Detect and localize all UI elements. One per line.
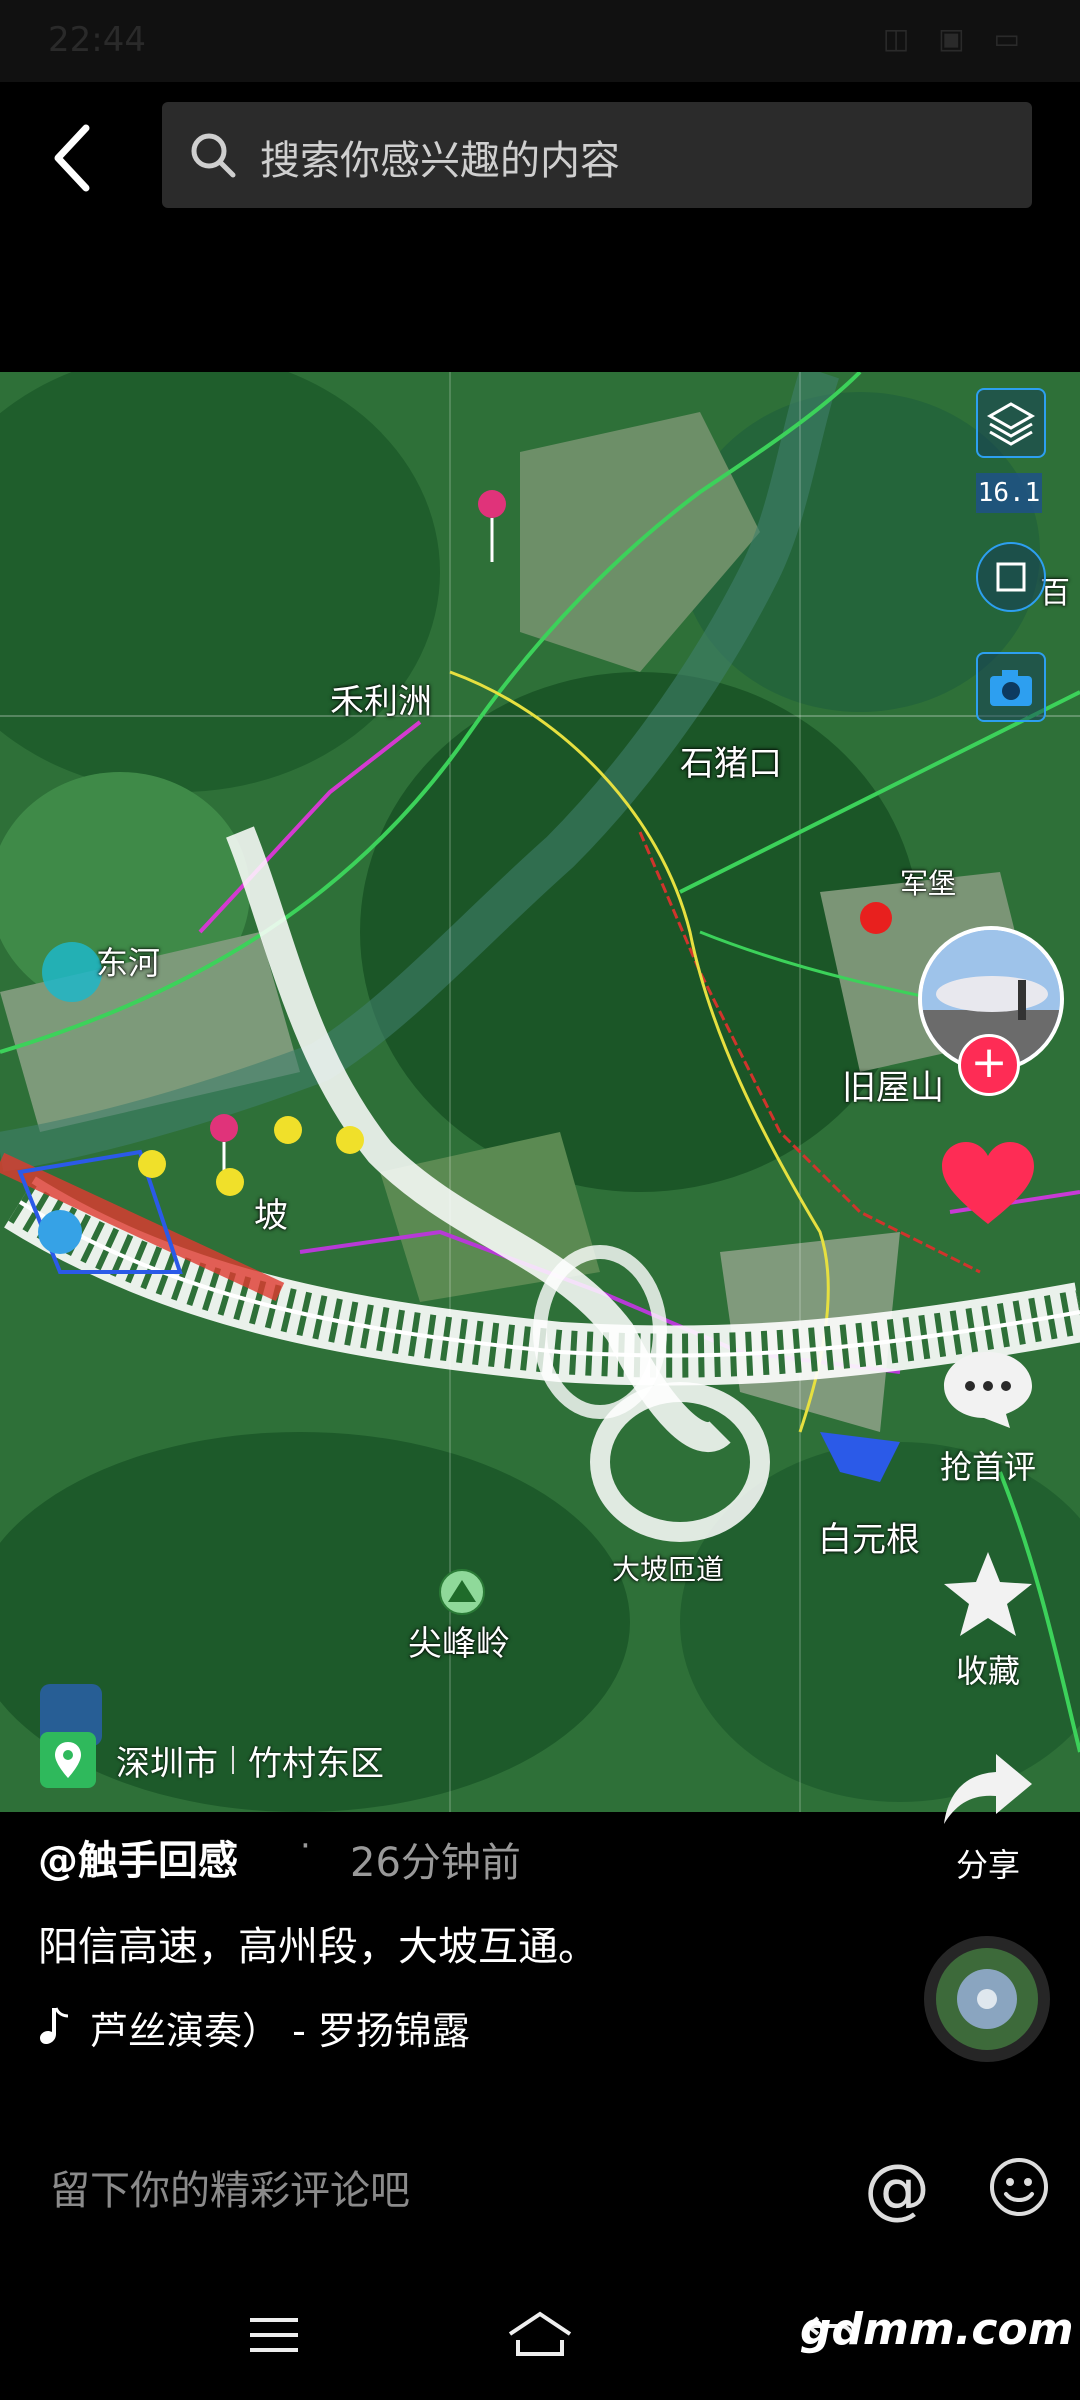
back-button[interactable] — [40, 118, 110, 198]
follow-button[interactable]: + — [958, 1034, 1020, 1096]
camera-icon — [990, 670, 1032, 706]
heart-icon — [942, 1142, 1034, 1224]
favorite-button[interactable] — [940, 1548, 1036, 1640]
music-disc-cover — [936, 1948, 1038, 2050]
menu-icon[interactable] — [244, 2310, 304, 2360]
location-separator — [232, 1746, 234, 1774]
comment-input[interactable]: 留下你的精彩评论吧 — [50, 2158, 410, 2216]
comment-label: 抢首评 — [939, 1448, 1036, 1486]
favorite-label: 收藏 — [955, 1652, 1020, 1690]
chevron-left-icon — [54, 124, 90, 192]
music-title[interactable]: 芦丝演奏） - 罗扬锦露 — [90, 2000, 470, 2055]
map-label-daporamp: 大坡匝道 — [612, 1553, 725, 1586]
zoom-level: 16.1 — [976, 473, 1042, 513]
post-caption: 阳信高速，高州段，大坡互通。 — [38, 1924, 598, 1970]
status-icons: ◫ ▣ ▭ — [882, 22, 1030, 55]
location-pin-icon — [40, 1732, 96, 1788]
share-label: 分享 — [955, 1846, 1020, 1884]
locate-button[interactable] — [976, 542, 1046, 612]
map-label-hexili: 禾利洲 — [330, 682, 432, 722]
status-time: 22:44 — [48, 20, 146, 60]
map-label-baiyuangen: 白元根 — [818, 1520, 920, 1560]
map-label-jiuwushan: 旧屋山 — [842, 1068, 944, 1108]
home-icon[interactable] — [504, 2310, 576, 2360]
map-label-po: 坡 — [254, 1196, 288, 1236]
star-icon — [944, 1552, 1032, 1636]
map-label-jianfengling: 尖峰岭 — [408, 1624, 510, 1664]
share-arrow-icon — [944, 1754, 1032, 1824]
author-name[interactable]: @触手回感 — [38, 1828, 238, 1886]
watermark: gdmm.com — [800, 2304, 1074, 2355]
music-disc[interactable] — [924, 1936, 1050, 2062]
search-input[interactable]: 搜索你感兴趣的内容 — [162, 102, 1032, 208]
map-label-junbao: 军堡 — [900, 867, 957, 900]
map-label-shizhukou: 石猪口 — [680, 744, 782, 784]
comment-button[interactable] — [940, 1346, 1036, 1432]
location-district: 竹村东区 — [248, 1743, 384, 1784]
layers-icon — [986, 402, 1036, 446]
map-label-donghe: 东河 — [96, 944, 161, 982]
comment-bar: 留下你的精彩评论吧 @ — [0, 2128, 1080, 2248]
share-button[interactable] — [940, 1748, 1036, 1830]
status-bar: 22:44 ◫ ▣ ▭ — [0, 0, 1080, 82]
crosshair-icon — [996, 562, 1026, 592]
camera-button[interactable] — [976, 652, 1046, 722]
location-tag[interactable]: 深圳市 竹村东区 — [0, 1722, 384, 1798]
at-mention-icon[interactable]: @ — [864, 2150, 930, 2227]
layers-button[interactable] — [976, 388, 1046, 458]
comment-bubble-icon — [944, 1352, 1032, 1428]
search-placeholder: 搜索你感兴趣的内容 — [260, 138, 620, 184]
map-video[interactable]: 禾利洲 石猪口 军堡 东河 旧屋山 坡 白元根 大坡匝道 尖峰岭 百 — [0, 372, 1080, 1812]
post-time: 26分钟前 — [350, 1840, 521, 1886]
location-city: 深圳市 — [116, 1743, 218, 1784]
search-icon — [191, 133, 236, 178]
music-note-icon — [40, 2007, 69, 2044]
like-button[interactable] — [938, 1140, 1038, 1230]
emoji-icon[interactable] — [988, 2156, 1050, 2218]
separator-dot: · — [300, 1826, 311, 1866]
